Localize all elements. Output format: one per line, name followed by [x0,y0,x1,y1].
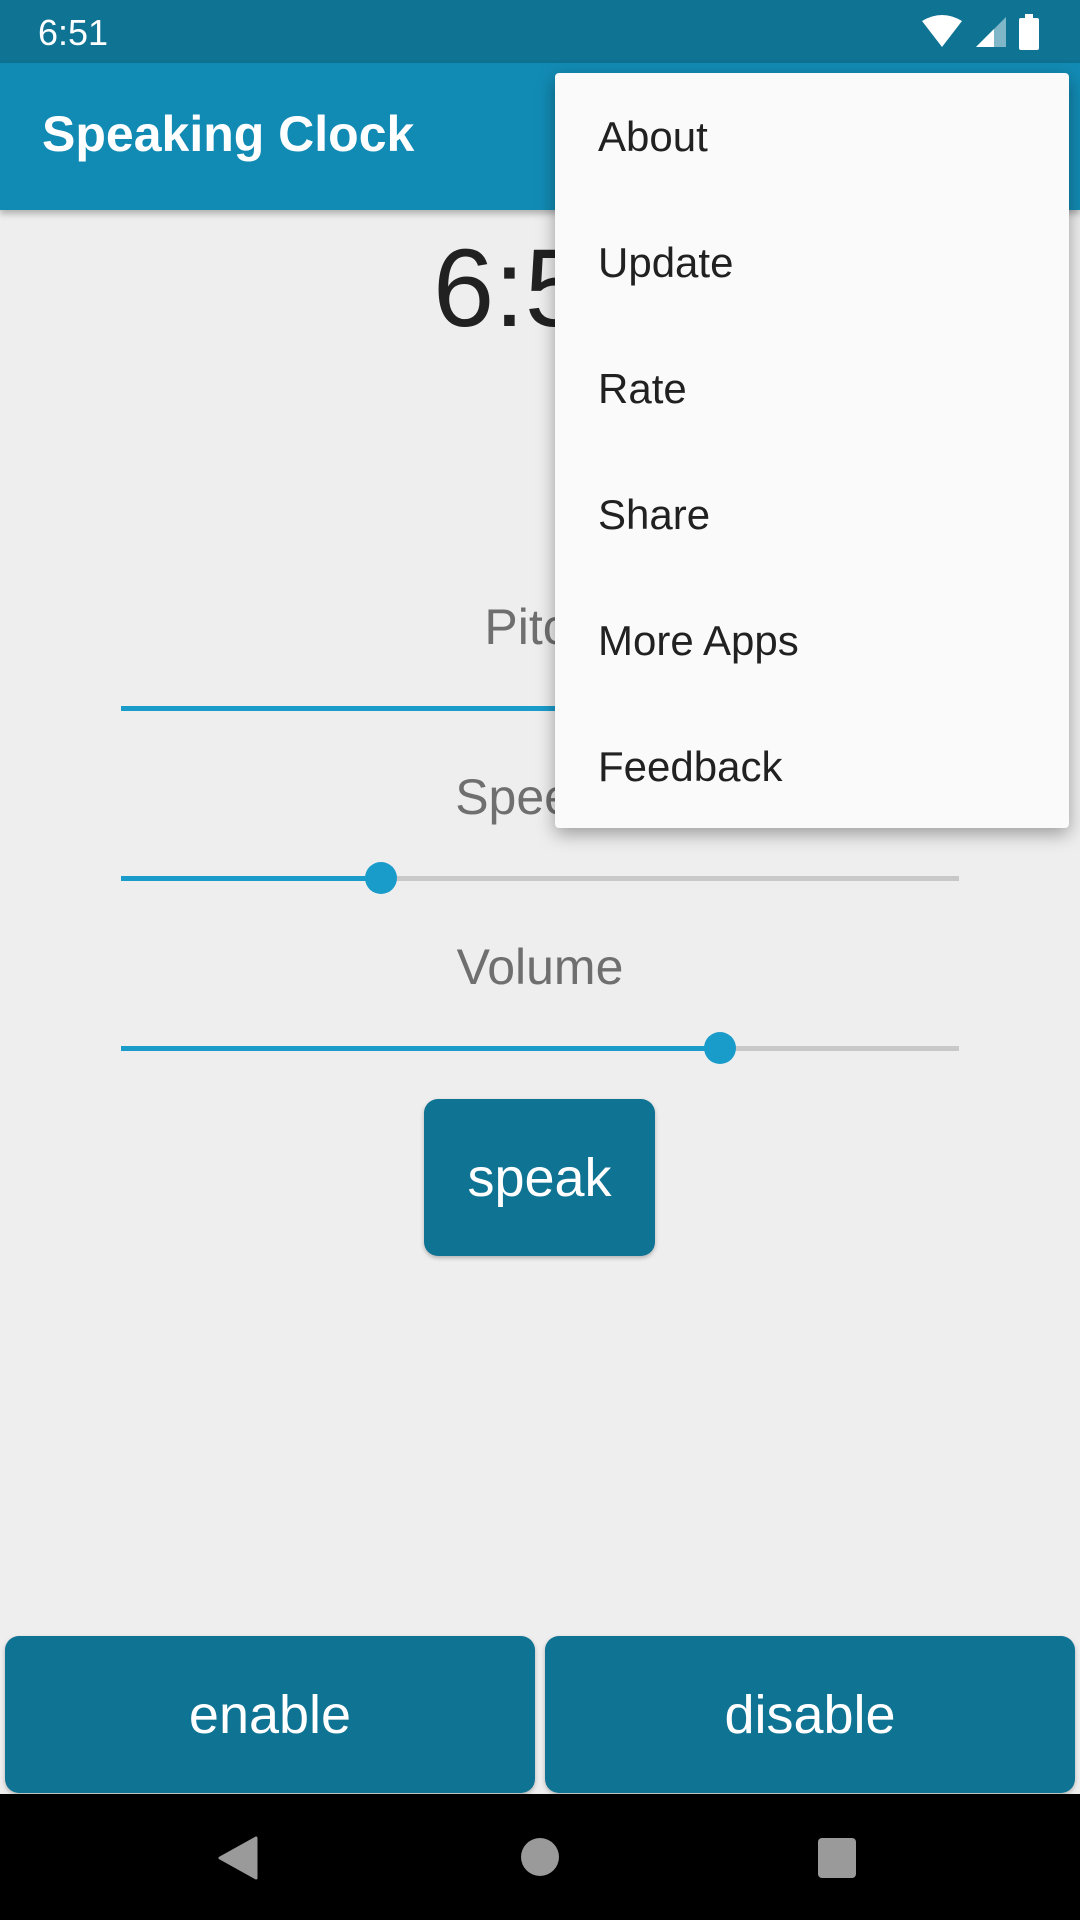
home-icon[interactable] [521,1838,559,1876]
recents-icon[interactable] [818,1838,856,1878]
volume-slider-fill [121,1046,721,1051]
overflow-menu: About Update Rate Share More Apps Feedba… [555,73,1069,828]
speech-slider-fill [121,876,381,881]
speech-slider[interactable] [121,862,959,894]
menu-item-more-apps[interactable]: More Apps [598,617,799,665]
menu-item-feedback[interactable]: Feedback [598,743,782,791]
wifi-icon [922,15,962,47]
menu-item-about[interactable]: About [598,113,708,161]
volume-slider[interactable] [121,1032,959,1064]
battery-icon [1019,14,1039,50]
volume-label: Volume [456,939,624,995]
enable-button[interactable]: enable [5,1636,535,1793]
menu-item-rate[interactable]: Rate [598,365,687,413]
signal-icon [976,17,1006,47]
menu-item-update[interactable]: Update [598,239,733,287]
status-time: 6:51 [38,12,109,53]
back-icon[interactable] [218,1836,258,1880]
status-bar: 6:51 [0,0,1080,63]
speech-slider-thumb[interactable] [364,862,397,894]
disable-button[interactable]: disable [545,1636,1075,1793]
navigation-bar [0,1794,1080,1920]
volume-slider-thumb[interactable] [704,1032,737,1064]
menu-item-share[interactable]: Share [598,491,710,539]
speak-button[interactable]: speak [424,1099,655,1256]
app-title: Speaking Clock [42,106,415,162]
